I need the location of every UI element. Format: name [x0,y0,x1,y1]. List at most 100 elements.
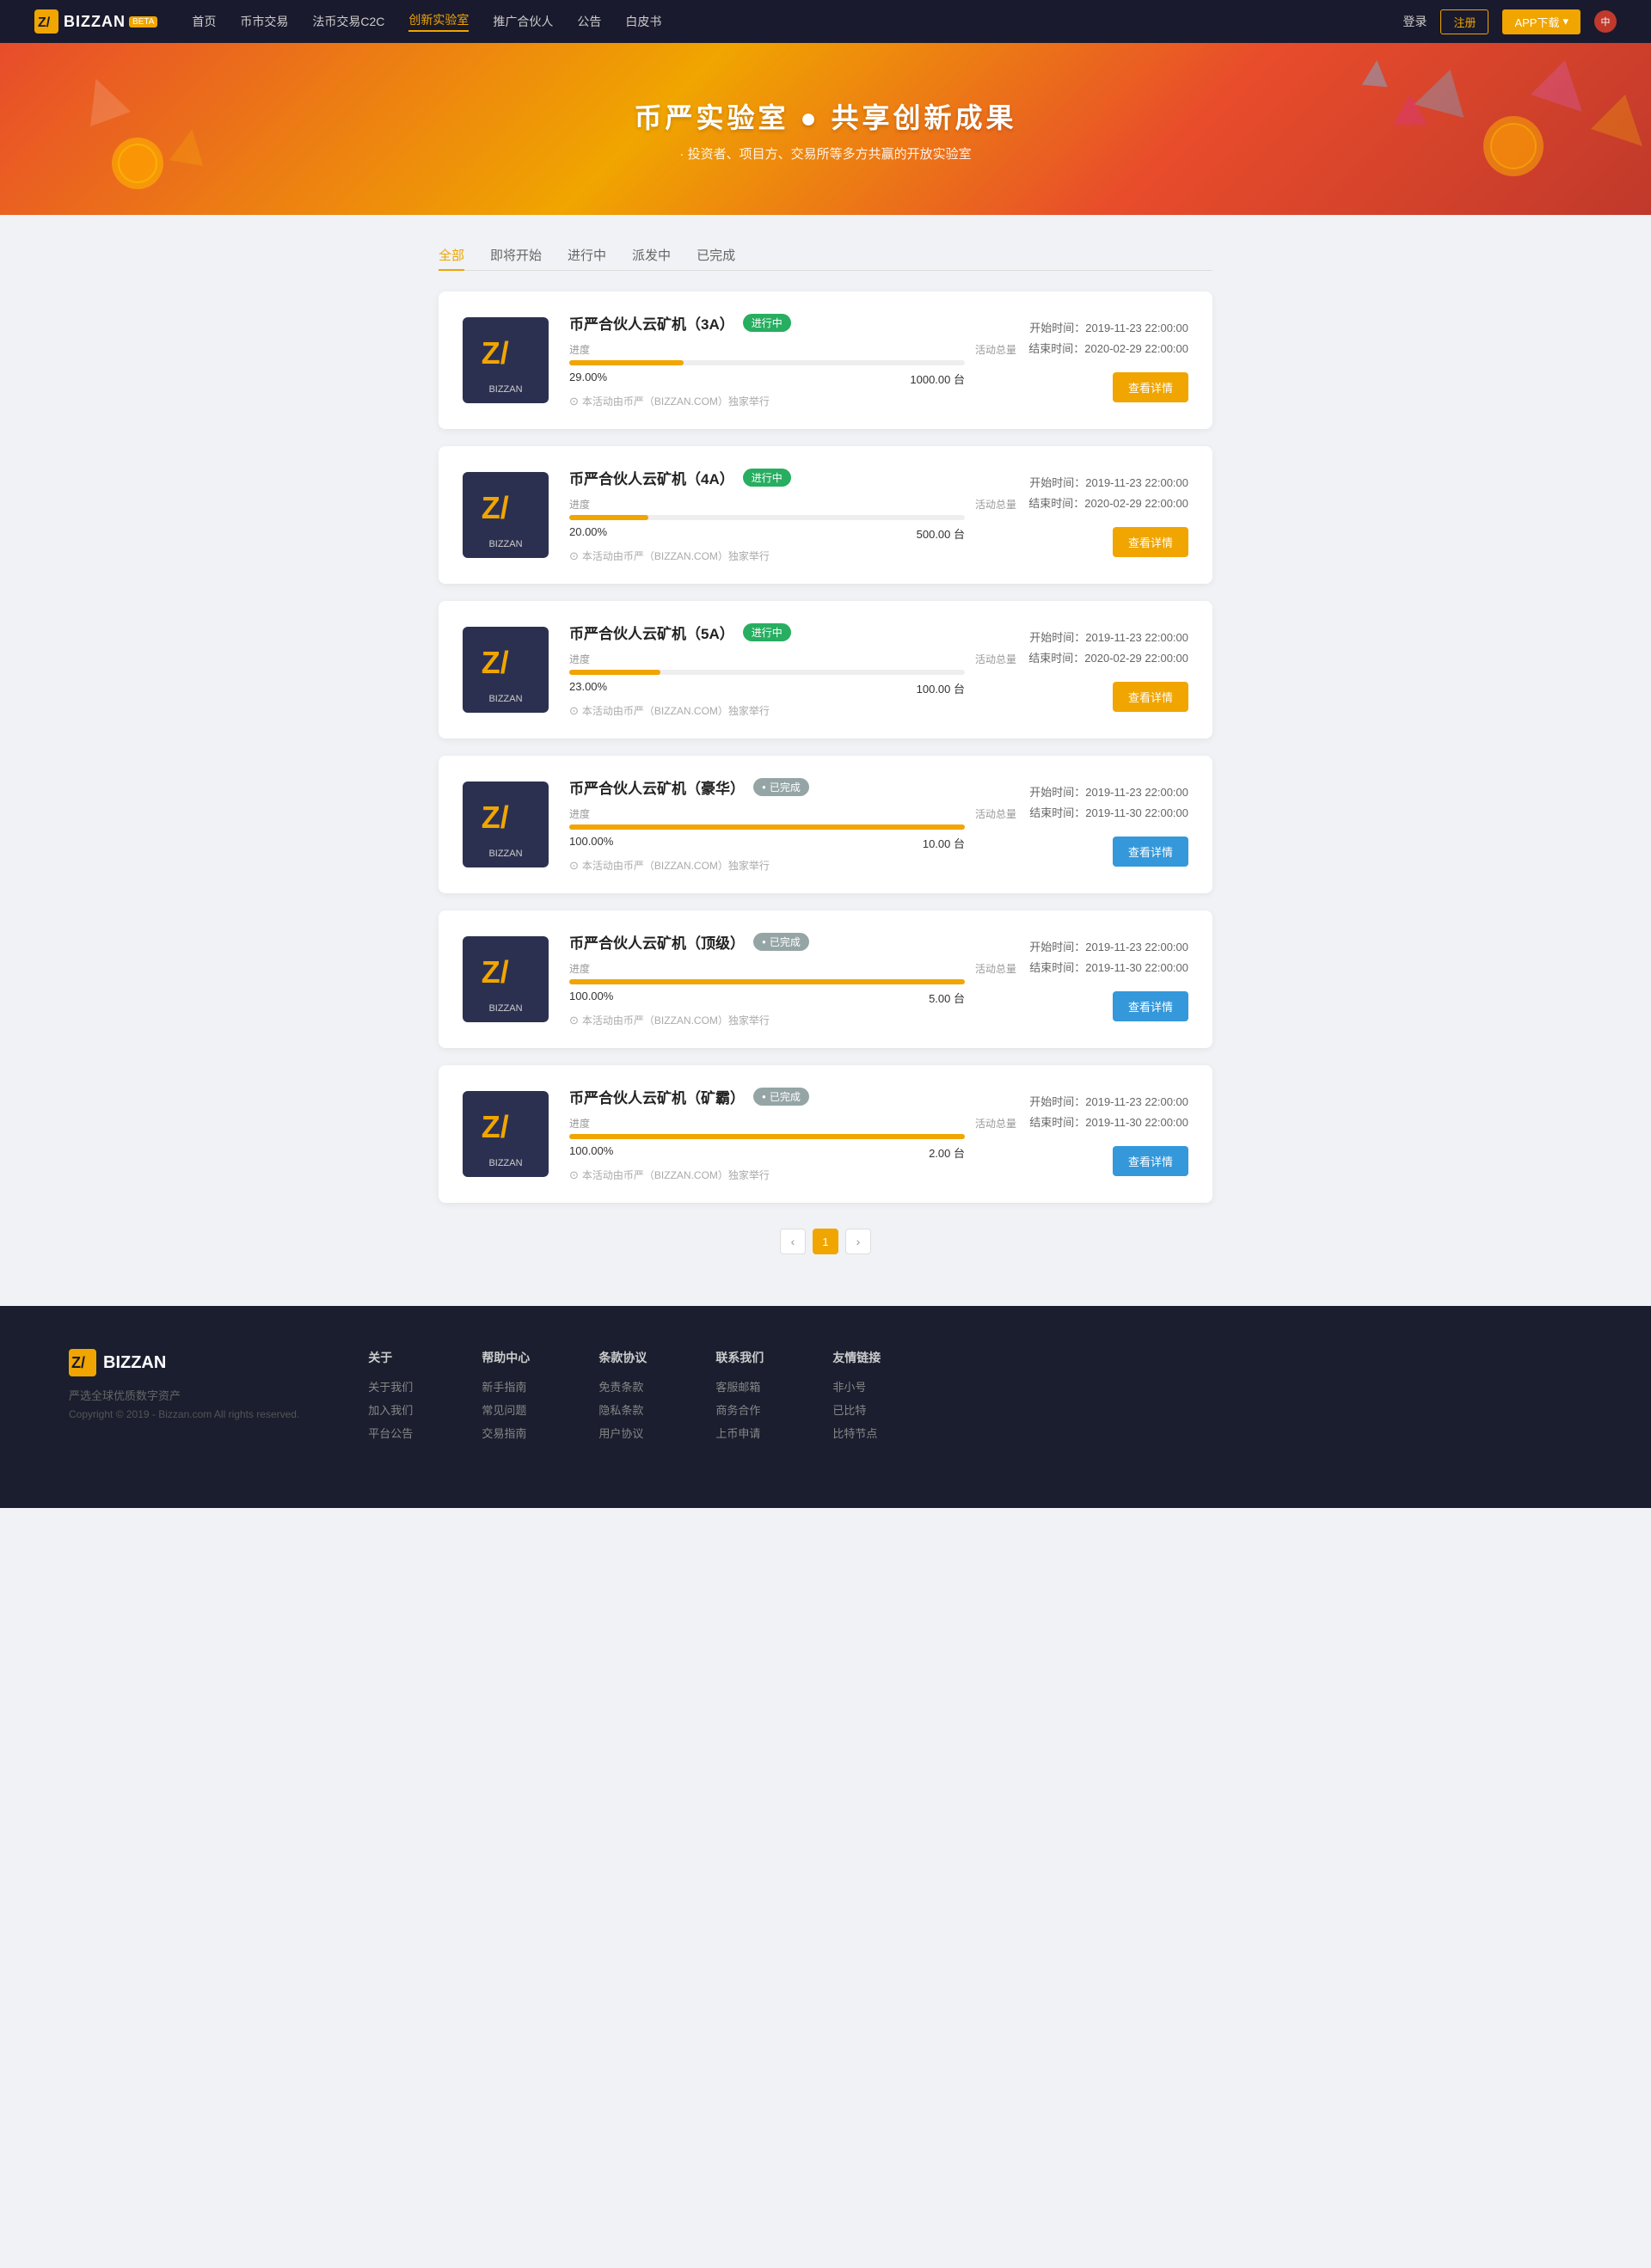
footer-slogan: 严选全球优质数字资产 [69,1387,299,1403]
footer-disclaimer[interactable]: 免责条款 [598,1378,647,1395]
detail-button[interactable]: 查看详情 [1113,1146,1188,1176]
beta-badge: BETA [129,16,157,28]
progress-labels: 进度 活动总量 [569,497,1016,512]
card-body: 币严合伙人云矿机（豪华） 已完成 进度 活动总量 100.00% 10.00 台… [569,776,1016,873]
footer-links-title: 友情链接 [832,1349,881,1366]
progress-bar-bg [569,360,965,365]
detail-button[interactable]: 查看详情 [1113,527,1188,557]
detail-button[interactable]: 查看详情 [1113,837,1188,867]
card-header: 币严合伙人云矿机（豪华） 已完成 [569,776,1016,798]
footer-user-agreement[interactable]: 用户协议 [598,1425,647,1441]
card-right: 开始时间：2019-11-23 22:00:00 结束时间：2020-02-29… [1016,628,1188,712]
footer-col-help: 帮助中心 新手指南 常见问题 交易指南 [482,1349,530,1448]
total-label: 活动总量 [975,1116,1016,1131]
card-6: Z/ BIZZAN 币严合伙人云矿机（矿霸） 已完成 进度 活动总量 100.0… [439,1065,1212,1203]
nav-coin-trade[interactable]: 币市交易 [240,13,288,30]
footer-link-feixiaohao[interactable]: 非小号 [832,1378,881,1395]
footer-customer-email[interactable]: 客服邮箱 [715,1378,764,1395]
progress-label: 进度 [569,652,590,666]
svg-text:Z/: Z/ [482,799,509,834]
progress-labels: 进度 活动总量 [569,1116,1016,1131]
total-qty: 100.00 台 [917,680,965,696]
progress-labels: 进度 活动总量 [569,806,1016,821]
bizzan-logo-svg: Z/ [480,946,531,997]
footer-privacy[interactable]: 隐私条款 [598,1401,647,1418]
card-dates: 开始时间：2019-11-23 22:00:00 结束时间：2020-02-29… [1028,318,1188,359]
footer-link-yibit[interactable]: 已比特 [832,1401,881,1418]
progress-bar-fill [569,824,965,830]
logo[interactable]: Z/ BIZZAN BETA [34,9,157,34]
nav-partner[interactable]: 推广合伙人 [493,13,553,30]
card-4: Z/ BIZZAN 币严合伙人云矿机（豪华） 已完成 进度 活动总量 100.0… [439,756,1212,893]
card-2: Z/ BIZZAN 币严合伙人云矿机（4A） 进行中 进度 活动总量 20.00… [439,446,1212,584]
login-link[interactable]: 登录 [1402,13,1427,30]
total-label: 活动总量 [975,497,1016,512]
pagination: ‹ 1 › [439,1229,1212,1254]
footer-listing[interactable]: 上币申请 [715,1425,764,1441]
footer-top: Z/ BIZZAN 严选全球优质数字资产 Copyright © 2019 - … [69,1349,1582,1448]
tab-upcoming[interactable]: 即将开始 [490,241,542,271]
card-header: 币严合伙人云矿机（3A） 进行中 [569,312,1016,334]
footer-trade-guide[interactable]: 交易指南 [482,1425,530,1441]
progress-values: 100.00% 5.00 台 [569,990,965,1006]
progress-label: 进度 [569,1116,590,1131]
tab-completed[interactable]: 已完成 [697,241,735,271]
card-header: 币严合伙人云矿机（顶级） 已完成 [569,931,1016,953]
end-time: 结束时间：2019-11-30 22:00:00 [1029,1113,1188,1132]
card-right: 开始时间：2019-11-23 22:00:00 结束时间：2019-11-30… [1016,937,1188,1021]
start-time: 开始时间：2019-11-23 22:00:00 [1028,318,1188,338]
footer-logo-text: BIZZAN [103,1353,166,1373]
footer-business[interactable]: 商务合作 [715,1401,764,1418]
footer-contact-title: 联系我们 [715,1349,764,1366]
footer-guide[interactable]: 新手指南 [482,1378,530,1395]
card-5: Z/ BIZZAN 币严合伙人云矿机（顶级） 已完成 进度 活动总量 100.0… [439,910,1212,1048]
card-header: 币严合伙人云矿机（4A） 进行中 [569,467,1016,488]
nav-announce[interactable]: 公告 [577,13,601,30]
progress-values: 100.00% 2.00 台 [569,1144,965,1161]
app-download-button[interactable]: APP下载 ▾ [1502,9,1580,34]
bizzan-logo-svg: Z/ [480,327,531,378]
footer-brand: Z/ BIZZAN 严选全球优质数字资产 Copyright © 2019 - … [69,1349,299,1448]
card-logo-label: BIZZAN [480,1158,531,1168]
card-body: 币严合伙人云矿机（4A） 进行中 进度 活动总量 20.00% 500.00 台… [569,467,1016,563]
detail-button[interactable]: 查看详情 [1113,372,1188,402]
card-right: 开始时间：2019-11-23 22:00:00 结束时间：2019-11-30… [1016,782,1188,867]
detail-button[interactable]: 查看详情 [1113,682,1188,712]
tab-distributing[interactable]: 派发中 [632,241,671,271]
tab-all[interactable]: 全部 [439,241,464,271]
nav-whitepaper[interactable]: 白皮书 [625,13,661,30]
card-body: 币严合伙人云矿机（矿霸） 已完成 进度 活动总量 100.00% 2.00 台 … [569,1086,1016,1182]
footer-about-us[interactable]: 关于我们 [368,1378,413,1395]
card-logo-label: BIZZAN [480,694,531,704]
next-page-button[interactable]: › [845,1229,871,1254]
start-time: 开始时间：2019-11-23 22:00:00 [1029,1092,1188,1112]
main-content: 全部 即将开始 进行中 派发中 已完成 Z/ BIZZAN 币严合伙人云矿机（3… [439,215,1212,1306]
svg-text:Z/: Z/ [482,334,509,370]
logo-text: BIZZAN [64,13,126,31]
card-logo: Z/ BIZZAN [463,472,549,558]
card-title: 币严合伙人云矿机（5A） [569,622,734,643]
status-badge: 进行中 [743,469,791,487]
footer-faq[interactable]: 常见问题 [482,1401,530,1418]
nav-home[interactable]: 首页 [192,13,216,30]
filter-tabs: 全部 即将开始 进行中 派发中 已完成 [439,241,1212,271]
language-button[interactable]: 中 [1594,10,1617,33]
nav-c2c[interactable]: 法币交易C2C [312,13,384,30]
detail-button[interactable]: 查看详情 [1113,991,1188,1021]
bizzan-logo-svg: Z/ [480,1100,531,1152]
register-button[interactable]: 注册 [1440,9,1488,34]
tab-ongoing[interactable]: 进行中 [568,241,606,271]
card-note: 本活动由币严（BIZZAN.COM）独家举行 [569,394,1016,408]
footer-about-title: 关于 [368,1349,413,1366]
footer-link-bitcoin-node[interactable]: 比特节点 [832,1425,881,1441]
footer-announce[interactable]: 平台公告 [368,1425,413,1441]
card-note: 本活动由币严（BIZZAN.COM）独家举行 [569,1168,1016,1182]
progress-label: 进度 [569,497,590,512]
footer-join-us[interactable]: 加入我们 [368,1401,413,1418]
bizzan-logo-svg: Z/ [480,791,531,843]
page-1-button[interactable]: 1 [813,1229,838,1254]
nav-lab[interactable]: 创新实验室 [408,11,469,32]
prev-page-button[interactable]: ‹ [780,1229,806,1254]
progress-bar-fill [569,670,660,675]
bizzan-logo-svg: Z/ [480,481,531,533]
